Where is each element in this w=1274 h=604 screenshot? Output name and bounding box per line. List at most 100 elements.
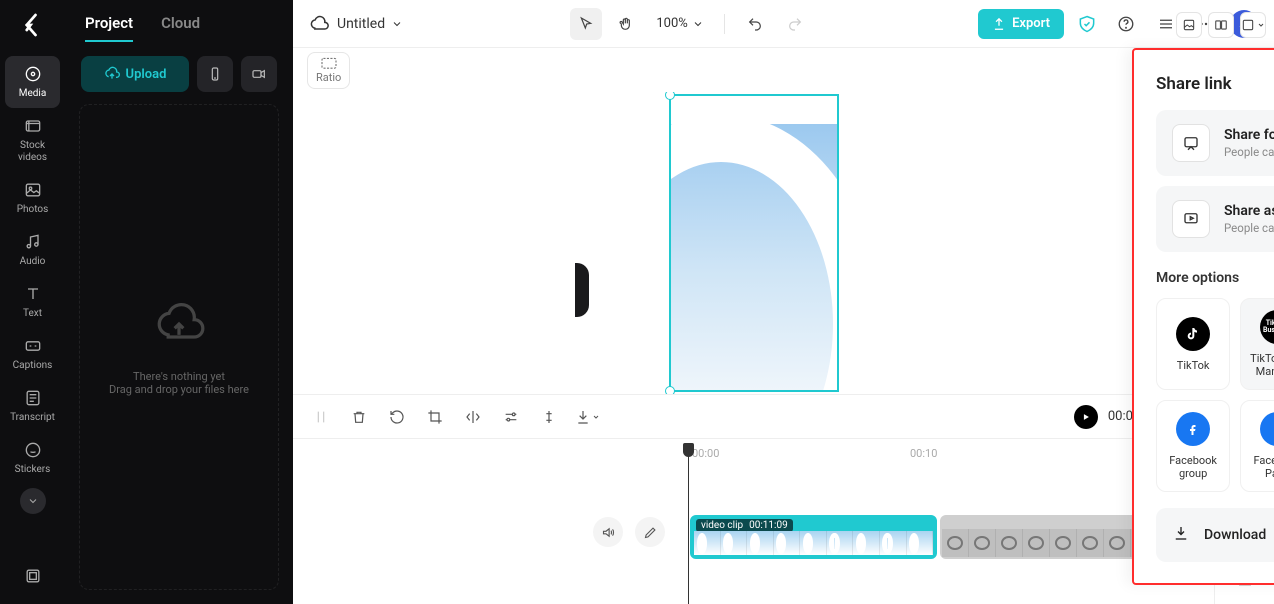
share-option-tiktok-ads[interactable]: TikTok:Business TikTok Ads Manager xyxy=(1240,298,1274,390)
zoom-value: 100% xyxy=(656,16,687,31)
facebook-icon xyxy=(1176,412,1210,446)
rail-transcript[interactable]: Transcript xyxy=(5,380,60,432)
rail-expand-button[interactable] xyxy=(20,488,46,514)
download-clip-button[interactable] xyxy=(573,403,601,431)
topbar: Untitled 100% Export A xyxy=(293,0,1274,48)
zoom-select[interactable]: 100% xyxy=(650,16,709,31)
upload-button[interactable]: Upload xyxy=(81,56,189,92)
playhead[interactable] xyxy=(688,443,689,604)
export-button[interactable]: Export xyxy=(978,9,1064,39)
rail-media-label: Media xyxy=(19,88,47,100)
ratio-label: Ratio xyxy=(316,71,341,84)
canvas-column: Ratio xyxy=(293,48,1214,604)
track-mute-button[interactable] xyxy=(593,517,623,547)
share-option-tiktok[interactable]: TikTok xyxy=(1156,298,1230,390)
track-edit-button[interactable] xyxy=(635,517,665,547)
download-label: Download xyxy=(1204,527,1274,543)
facebook-icon xyxy=(1260,412,1274,446)
cloud-sync-icon[interactable] xyxy=(309,14,329,34)
delete-button[interactable] xyxy=(345,403,373,431)
share-heading: Share link xyxy=(1156,74,1274,94)
track-lane[interactable]: video clip 00:11:09 xyxy=(690,515,1198,559)
share-as-presentation[interactable]: Share as presentationNew People can only… xyxy=(1156,186,1274,252)
split-disabled xyxy=(307,403,335,431)
share-present-desc: People can only watch your video. xyxy=(1224,221,1274,235)
opt-label: Facebook group xyxy=(1157,454,1229,480)
timeline-toolbar: 00:00:00 | 00:24 xyxy=(293,394,1214,438)
help-button[interactable] xyxy=(1110,8,1142,40)
timeline-clip-selected[interactable]: video clip 00:11:09 xyxy=(690,515,937,559)
clip-duration: 00:11:09 xyxy=(749,520,788,531)
crop-button[interactable] xyxy=(421,403,449,431)
split-button[interactable] xyxy=(535,403,563,431)
app-logo-icon[interactable] xyxy=(18,10,48,40)
opt-label: Facebook Page xyxy=(1241,454,1274,480)
redo-button[interactable] xyxy=(779,8,811,40)
opt-label: TikTok Ads Manager xyxy=(1241,352,1274,378)
cursor-tool[interactable] xyxy=(570,8,602,40)
project-name-text: Untitled xyxy=(337,16,385,32)
opt-label: TikTok xyxy=(1177,359,1210,372)
more-options-heading: More options xyxy=(1156,270,1274,286)
shield-icon[interactable] xyxy=(1072,9,1102,39)
main-area: Untitled 100% Export A xyxy=(293,0,1274,604)
rail-audio[interactable]: Audio xyxy=(5,224,60,276)
hand-tool[interactable] xyxy=(610,8,642,40)
share-option-facebook-group[interactable]: Facebook group xyxy=(1156,400,1230,492)
adjust-button[interactable] xyxy=(497,403,525,431)
download-row[interactable]: Download xyxy=(1156,508,1274,562)
tiktok-icon xyxy=(1176,317,1210,351)
presentation-icon xyxy=(1172,200,1210,238)
chevron-down-icon xyxy=(391,18,403,30)
ruler-tick: 00:00 xyxy=(692,447,719,460)
tab-project[interactable]: Project xyxy=(85,14,133,42)
download-icon xyxy=(1172,524,1190,546)
dropzone-line2: Drag and drop your files here xyxy=(109,383,249,396)
timeline[interactable]: 00:00 00:10 video clip xyxy=(293,438,1214,604)
clip-name: video clip xyxy=(701,520,743,531)
rail-photos[interactable]: Photos xyxy=(5,172,60,224)
export-label: Export xyxy=(1012,16,1050,31)
share-review-desc: People can add comments to your video. xyxy=(1224,145,1274,159)
undo-button[interactable] xyxy=(739,8,771,40)
share-present-title: Share as presentation xyxy=(1224,203,1274,219)
review-icon xyxy=(1172,124,1210,162)
resize-handle[interactable] xyxy=(665,386,675,394)
chevron-down-icon xyxy=(692,18,704,30)
dropzone-line1: There's nothing yet xyxy=(133,370,225,383)
mirror-button[interactable] xyxy=(459,403,487,431)
rail-photos-label: Photos xyxy=(17,204,49,216)
share-popover: Share link Share for review People can a… xyxy=(1132,48,1274,585)
timeline-clip[interactable] xyxy=(940,515,1160,559)
upload-label: Upload xyxy=(126,67,167,82)
rail-media[interactable]: Media xyxy=(5,56,60,108)
project-name[interactable]: Untitled xyxy=(337,16,403,32)
rail-captions[interactable]: Captions xyxy=(5,328,60,380)
left-rail: Media Stock videos Photos Audio Text Cap… xyxy=(0,0,65,604)
canvas[interactable] xyxy=(293,92,1214,394)
ratio-button[interactable]: Ratio xyxy=(307,52,350,89)
side-panel: Project Cloud Upload There's nothing yet… xyxy=(65,0,293,604)
resize-handle[interactable] xyxy=(665,92,675,100)
selected-clip-frame[interactable] xyxy=(669,94,839,392)
preview-image xyxy=(671,124,837,390)
rail-stock-label: Stock videos xyxy=(5,140,60,164)
upload-record-button[interactable] xyxy=(241,56,277,92)
rail-text[interactable]: Text xyxy=(5,276,60,328)
ruler-tick: 00:10 xyxy=(910,447,937,460)
share-option-facebook-page[interactable]: Facebook Page xyxy=(1240,400,1274,492)
rail-stickers-label: Stickers xyxy=(15,464,51,476)
rail-audio-label: Audio xyxy=(20,256,46,268)
rail-stock-videos[interactable]: Stock videos xyxy=(5,108,60,172)
media-dropzone[interactable]: There's nothing yet Drag and drop your f… xyxy=(79,104,279,590)
rail-bottom-item[interactable] xyxy=(5,558,60,598)
play-button[interactable] xyxy=(1074,405,1098,429)
rail-transcript-label: Transcript xyxy=(10,412,55,424)
rail-stickers[interactable]: Stickers xyxy=(5,432,60,484)
share-for-review[interactable]: Share for review People can add comments… xyxy=(1156,110,1274,176)
tiktok-ads-icon: TikTok:Business xyxy=(1260,310,1274,344)
retry-button[interactable] xyxy=(383,403,411,431)
tab-cloud[interactable]: Cloud xyxy=(161,14,200,42)
upload-mobile-button[interactable] xyxy=(197,56,233,92)
share-review-title: Share for review xyxy=(1224,127,1274,143)
